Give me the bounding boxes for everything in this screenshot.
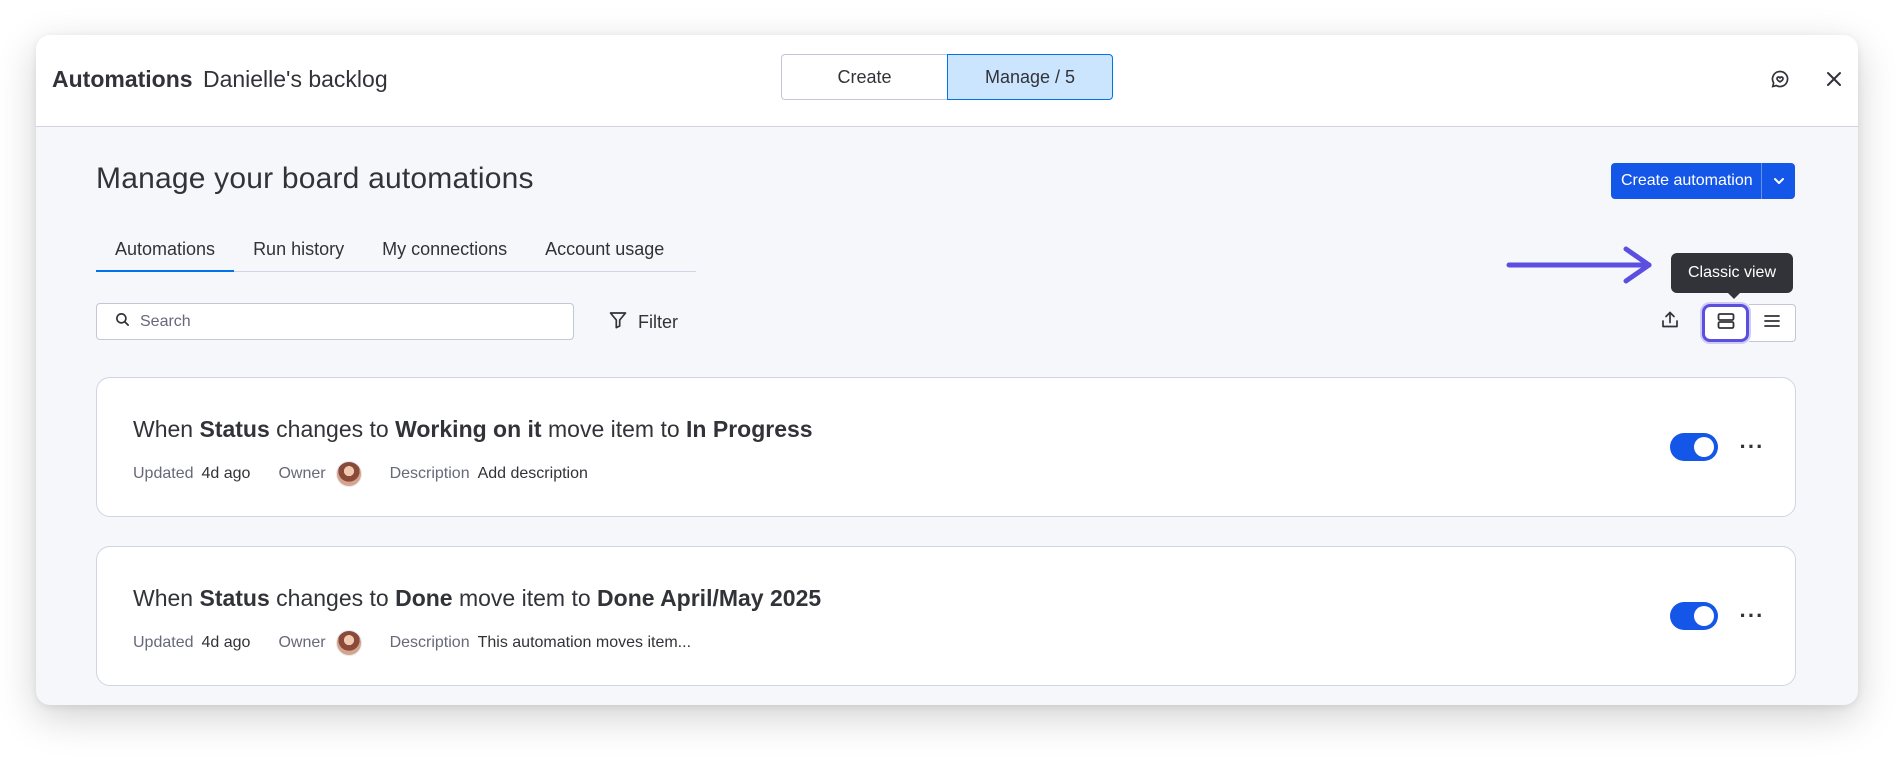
recipe-part: Working on it [395,416,542,442]
recipe-part: move item to [541,416,687,442]
classic-view-button[interactable] [1702,304,1749,342]
description-value[interactable]: This automation moves item... [478,634,691,652]
more-options-icon[interactable]: ··· [1734,432,1770,462]
export-button[interactable] [1654,305,1686,339]
updated-label: Updated [133,465,194,482]
filter-button[interactable]: Filter [608,305,678,339]
recipe-part: changes to [269,416,396,442]
automation-meta: Updated 4d ago Owner Description This auto… [133,630,719,656]
recipe-part: In Progress [686,416,813,442]
tab-run-history[interactable]: Run history [234,236,363,272]
chat-feedback-icon[interactable] [1764,63,1796,95]
tooltip-tail [1727,292,1741,299]
avatar[interactable] [335,630,362,656]
list-view-icon [1762,311,1782,336]
tabs-bar: Automations Run history My connections A… [96,236,696,272]
recipe-part: When [133,416,200,442]
recipe-part: Done [395,585,453,611]
automation-card[interactable]: When Status changes to Working on it mov… [96,377,1796,517]
automations-modal: Automations Danielle's backlog Create Ma… [36,35,1858,705]
recipe-part: move item to [452,585,598,611]
automation-recipe: When Status changes to Working on it mov… [133,416,813,443]
create-automation-label: Create automation [1621,172,1753,189]
owner-label: Owner [278,465,326,482]
list-view-button[interactable] [1749,304,1796,342]
updated-value: 4d ago [201,465,251,482]
automation-recipe: When Status changes to Done move item to… [133,585,821,612]
filter-icon [608,310,628,335]
search-input[interactable] [140,312,540,331]
classic-view-icon [1716,311,1736,336]
recipe-part: Status [199,585,270,611]
owner-label: Owner [278,634,326,651]
tab-my-connections[interactable]: My connections [363,236,526,272]
create-automation-button[interactable]: Create automation [1611,163,1795,199]
filter-label: Filter [638,311,678,332]
modal-title: Automations Danielle's backlog [52,63,388,95]
view-toggle [1702,304,1796,342]
title-board-name: Danielle's backlog [202,66,388,92]
updated-value: 4d ago [201,634,251,651]
classic-view-tooltip: Classic view [1671,253,1793,299]
recipe-part: When [133,585,200,611]
export-icon [1660,310,1680,335]
enable-toggle[interactable] [1670,602,1718,630]
create-segment[interactable]: Create [781,54,947,100]
enable-toggle[interactable] [1670,433,1718,461]
avatar[interactable] [335,461,362,487]
recipe-part: Status [199,416,270,442]
chevron-down-icon[interactable] [1761,163,1795,199]
description-value[interactable]: Add description [478,465,588,483]
tab-automations[interactable]: Automations [96,236,235,272]
search-icon [115,312,130,332]
automation-meta: Updated 4d ago Owner Description Add descr… [133,461,616,487]
toggle-knob [1694,437,1714,457]
create-manage-switch: Create Manage / 5 [781,54,1113,100]
page-title: Manage your board automations [96,162,534,195]
title-automations: Automations [52,66,193,92]
description-label: Description [389,465,470,482]
updated-label: Updated [133,634,194,651]
recipe-part: Done April/May 2025 [597,585,822,611]
search-box [96,303,574,340]
manage-segment[interactable]: Manage / 5 [947,54,1113,100]
more-options-icon[interactable]: ··· [1734,601,1770,631]
toggle-knob [1694,606,1714,626]
tooltip-text: Classic view [1687,264,1776,281]
arrow-annotation-icon [1506,245,1656,290]
modal-header: Automations Danielle's backlog Create Ma… [36,35,1858,127]
automation-card[interactable]: When Status changes to Done move item to… [96,546,1796,686]
description-label: Description [389,634,470,651]
recipe-part: changes to [269,585,396,611]
close-icon[interactable] [1818,63,1850,95]
tab-account-usage[interactable]: Account usage [526,236,683,272]
